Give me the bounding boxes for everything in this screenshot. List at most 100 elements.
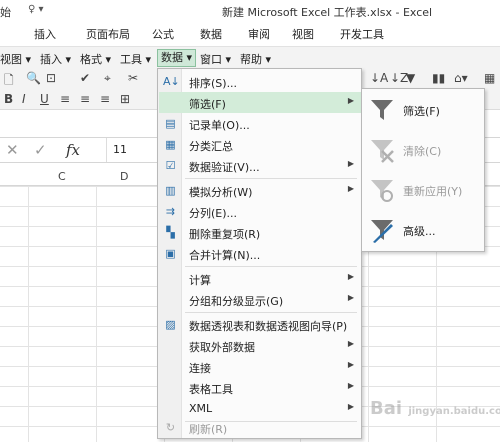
filter-icon <box>371 100 393 120</box>
menu-item-data-validation[interactable]: ☑ 数据验证(V)... ▶ <box>159 155 361 176</box>
advanced-filter-icon <box>371 220 393 243</box>
menu-view[interactable]: 视图 ▾ <box>0 51 31 67</box>
menu-item-group-outline[interactable]: 分组和分级显示(G) ▶ <box>159 289 361 310</box>
cancel-icon[interactable]: ✕ <box>6 141 19 159</box>
menu-insert[interactable]: 插入 ▾ <box>40 51 71 67</box>
form-icon: ▤ <box>165 117 176 130</box>
submenu-item-clear[interactable]: 清除(C) <box>363 131 483 169</box>
autofilter-icon[interactable]: ▼ <box>406 71 415 85</box>
tab-page-layout[interactable]: 页面布局 <box>86 26 130 42</box>
data-menu-dropdown: A↓ 排序(S)... 筛选(F) ▶ ▤ 记录单(O)... ▦ 分类汇总 ☑… <box>157 68 362 439</box>
title-bar: 始 ♀ ▾ 新建 Microsoft Excel 工作表.xlsx - Exce… <box>0 0 500 22</box>
ribbon-tabs: 插入 页面布局 公式 数据 审阅 视图 开发工具 <box>0 22 500 44</box>
tab-formulas[interactable]: 公式 <box>152 26 174 42</box>
menu-item-refresh[interactable]: ↻ 刷新(R) <box>159 417 361 438</box>
menu-item-label: 筛选(F) <box>189 98 226 111</box>
tab-review[interactable]: 审阅 <box>248 26 270 42</box>
column-header-d[interactable]: D <box>120 170 128 183</box>
menu-item-label: 记录单(O)... <box>189 119 250 132</box>
pivot-icon: ▨ <box>165 318 176 331</box>
research-icon[interactable]: ⌖ <box>104 71 111 86</box>
align-right-icon[interactable]: ≡ <box>100 92 110 106</box>
filter-submenu: 筛选(F) 清除(C) 重新应用(Y) 高级... <box>361 88 485 252</box>
sort-ascending-icon[interactable]: ↓A <box>370 71 388 85</box>
menu-item-filter[interactable]: 筛选(F) ▶ <box>159 92 361 113</box>
submenu-item-label: 高级... <box>403 225 436 238</box>
menu-item-label: 获取外部数据 <box>189 341 255 354</box>
menu-data[interactable]: 数据 ▾ <box>157 49 197 67</box>
submenu-arrow-icon: ▶ <box>347 339 354 348</box>
menu-item-label: 分类汇总 <box>189 140 233 153</box>
refresh-icon: ↻ <box>165 421 176 434</box>
tab-insert[interactable]: 插入 <box>34 26 56 42</box>
align-left-icon[interactable]: ≡ <box>60 92 70 106</box>
menu-item-what-if[interactable]: ▥ 模拟分析(W) ▶ <box>159 180 361 201</box>
menu-item-subtotal[interactable]: ▦ 分类汇总 <box>159 134 361 155</box>
menu-item-label: 排序(S)... <box>189 77 238 90</box>
submenu-arrow-icon: ▶ <box>347 159 354 168</box>
menu-item-label: 数据验证(V)... <box>189 161 260 174</box>
validation-icon: ☑ <box>165 159 176 172</box>
italic-icon[interactable]: I <box>22 92 26 106</box>
submenu-arrow-icon: ▶ <box>347 272 354 281</box>
menu-item-form[interactable]: ▤ 记录单(O)... <box>159 113 361 134</box>
menu-item-text-to-columns[interactable]: ⇉ 分列(E)... <box>159 201 361 222</box>
menu-item-label: 模拟分析(W) <box>189 186 253 199</box>
new-icon[interactable]: 🗋 <box>4 71 14 92</box>
sort-az-icon: A↓ <box>163 75 180 88</box>
classic-menu-bar: 视图 ▾ 插入 ▾ 格式 ▾ 工具 ▾ 数据 ▾ 窗口 ▾ 帮助 ▾ <box>0 46 500 68</box>
menu-tools[interactable]: 工具 ▾ <box>120 51 151 67</box>
tab-developer[interactable]: 开发工具 <box>340 26 384 42</box>
menu-item-connections[interactable]: 连接 ▶ <box>159 356 361 377</box>
menu-item-remove-duplicates[interactable]: ▚ 删除重复项(R) <box>159 222 361 243</box>
submenu-item-reapply[interactable]: 重新应用(Y) <box>363 171 483 209</box>
remove-duplicates-icon: ▚ <box>166 226 175 239</box>
menu-item-label: 表格工具 <box>189 383 233 396</box>
confirm-icon[interactable]: ✓ <box>34 141 47 159</box>
menu-item-table-tools[interactable]: 表格工具 ▶ <box>159 377 361 398</box>
menu-item-label: 计算 <box>189 274 211 287</box>
menu-item-sort[interactable]: A↓ 排序(S)... <box>159 71 361 92</box>
tab-view[interactable]: 视图 <box>292 26 314 42</box>
submenu-arrow-icon: ▶ <box>347 184 354 193</box>
submenu-item-label: 清除(C) <box>403 145 442 158</box>
table-icon[interactable]: ▦ <box>484 71 495 85</box>
underline-icon[interactable]: U <box>40 92 49 106</box>
menu-item-label: 分列(E)... <box>189 207 238 220</box>
submenu-item-filter[interactable]: 筛选(F) <box>363 91 483 129</box>
bold-icon[interactable]: B <box>4 92 13 106</box>
submenu-arrow-icon: ▶ <box>347 402 354 411</box>
merge-center-icon[interactable]: ⊞ <box>120 92 130 106</box>
menu-item-label: 合并计算(N)... <box>189 249 261 262</box>
menu-separator <box>185 178 357 179</box>
menu-item-consolidate[interactable]: ▣ 合并计算(N)... <box>159 243 361 264</box>
spelling-icon[interactable]: ✔ <box>80 71 90 85</box>
menu-item-label: 分组和分级显示(G) <box>189 295 284 308</box>
chart-icon[interactable]: ▮▮ <box>432 71 445 85</box>
menu-item-label: 刷新(R) <box>189 423 228 436</box>
submenu-arrow-icon: ▶ <box>347 293 354 302</box>
align-center-icon[interactable]: ≡ <box>80 92 90 106</box>
print-preview-icon[interactable]: 🔍 <box>26 71 41 85</box>
consolidate-icon: ▣ <box>165 247 176 260</box>
menu-item-external-data[interactable]: 获取外部数据 ▶ <box>159 335 361 356</box>
insert-function-icon[interactable]: fx <box>66 141 80 159</box>
submenu-item-label: 筛选(F) <box>403 105 440 118</box>
column-header-c[interactable]: C <box>58 170 66 183</box>
shapes-icon[interactable]: ⌂▾ <box>454 71 468 85</box>
menu-format[interactable]: 格式 ▾ <box>80 51 111 67</box>
proofing-icon[interactable]: ⊡ <box>46 71 56 85</box>
submenu-item-advanced[interactable]: 高级... <box>363 211 483 249</box>
menu-item-pivot-wizard[interactable]: ▨ 数据透视表和数据透视图向导(P) <box>159 314 361 335</box>
menu-item-xml[interactable]: XML ▶ <box>159 398 361 419</box>
tab-data[interactable]: 数据 <box>200 26 222 42</box>
cut-icon[interactable]: ✂ <box>128 71 138 85</box>
what-if-icon: ▥ <box>165 184 176 197</box>
quick-access-toolbar[interactable]: ♀ ▾ <box>28 4 44 15</box>
text-to-columns-icon: ⇉ <box>165 205 176 218</box>
menu-window[interactable]: 窗口 ▾ <box>200 51 231 67</box>
clear-filter-icon <box>371 140 394 163</box>
formula-input[interactable]: 11 <box>106 138 160 162</box>
menu-help[interactable]: 帮助 ▾ <box>240 51 271 67</box>
menu-item-calculate[interactable]: 计算 ▶ <box>159 268 361 289</box>
